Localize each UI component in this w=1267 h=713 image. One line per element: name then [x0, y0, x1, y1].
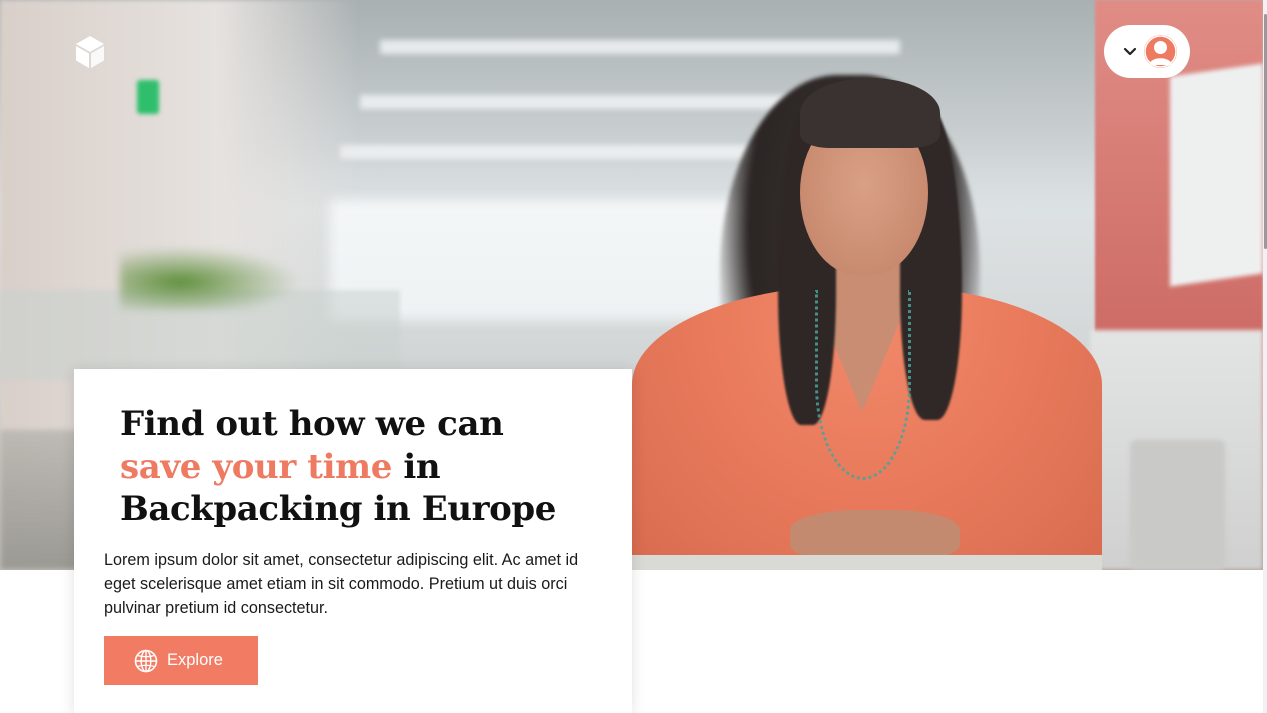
cube-icon [76, 36, 104, 68]
hero-card: Find out how we can save your time in Ba… [74, 369, 632, 713]
globe-icon [134, 649, 158, 672]
headline-part1: Find out how we can [120, 404, 504, 444]
page-title: Find out how we can save your time in Ba… [120, 403, 590, 531]
account-menu-button[interactable] [1104, 25, 1190, 78]
user-avatar-icon [1144, 35, 1177, 68]
chevron-down-icon [1123, 47, 1137, 55]
explore-button-label: Explore [167, 651, 223, 669]
headline-accent: save your time [120, 446, 392, 487]
logo[interactable] [74, 35, 106, 70]
explore-button[interactable]: Explore [104, 636, 258, 685]
hero-description: Lorem ipsum dolor sit amet, consectetur … [104, 551, 579, 617]
